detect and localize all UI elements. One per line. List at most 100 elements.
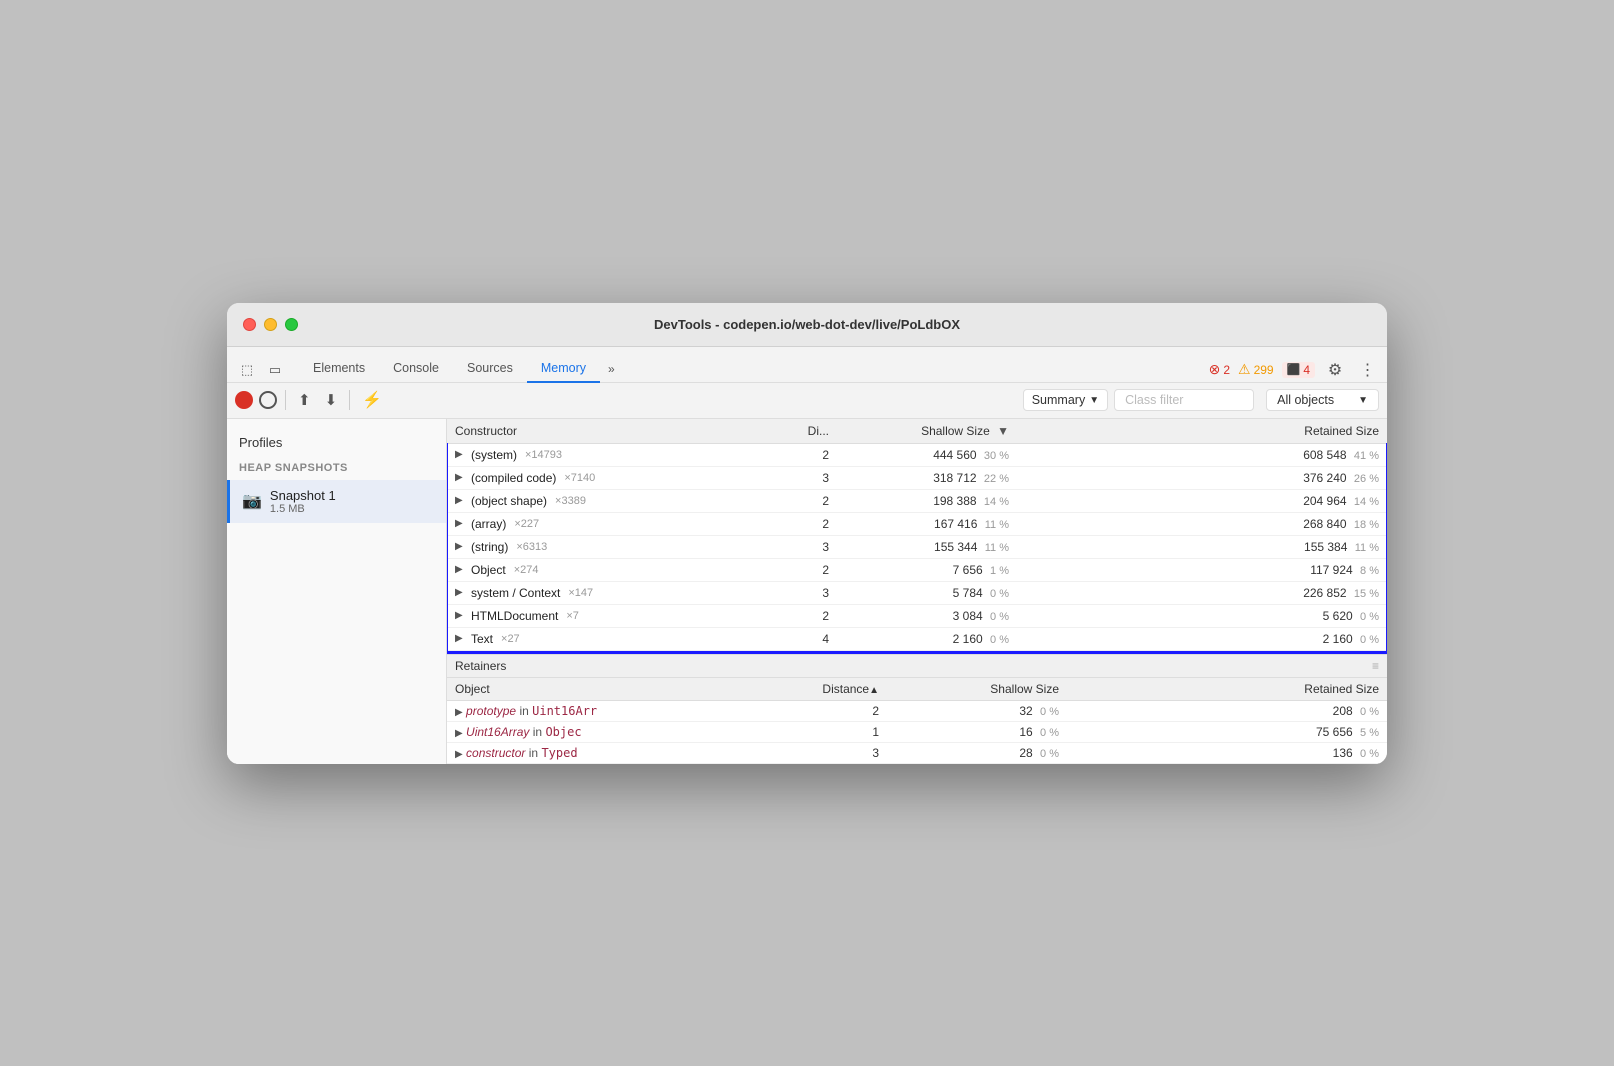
devtools-body: ⬚ ▭ Elements Console Sources Memory » ⊗ … (227, 347, 1387, 764)
distance-cell: 4 (787, 627, 837, 650)
col-shallow[interactable]: Shallow Size ▼ (837, 419, 1017, 444)
more-options-button[interactable]: ⋮ (1355, 358, 1379, 382)
expand-arrow-icon: ▶ (455, 728, 463, 739)
tab-memory[interactable]: Memory (527, 355, 600, 383)
table-row[interactable]: ▶ constructor in Typed 3 28 0 % 136 0 % (447, 742, 1387, 763)
constructor-name: (object shape) (471, 494, 547, 508)
table-row[interactable]: ▶ (system) ×14793 2 444 560 30 % 608 548… (447, 443, 1387, 466)
gc-button[interactable]: ⚡ (358, 388, 386, 412)
record-button[interactable] (235, 391, 253, 409)
retained-pct: 11 % (1355, 542, 1379, 554)
expand-arrow-icon: ▶ (455, 541, 467, 552)
table-row[interactable]: ▶ Text ×27 4 2 160 0 % 2 160 0 % (447, 627, 1387, 650)
shallow-cell: 2 160 0 % (837, 627, 1017, 650)
summary-dropdown[interactable]: Summary ▼ (1023, 389, 1108, 411)
titlebar: DevTools - codepen.io/web-dot-dev/live/P… (227, 303, 1387, 347)
info-icon: ⬛ (1287, 363, 1301, 376)
warning-badge[interactable]: ⚠ 299 (1238, 361, 1274, 378)
snapshot-item[interactable]: 📷 Snapshot 1 1.5 MB (227, 480, 446, 523)
constructor-count: ×147 (568, 587, 593, 599)
table-row[interactable]: ▶ (string) ×6313 3 155 344 11 % 155 384 … (447, 535, 1387, 558)
retained-pct: 0 % (1360, 634, 1379, 646)
clear-button[interactable] (259, 391, 277, 409)
window-title: DevTools - codepen.io/web-dot-dev/live/P… (654, 317, 960, 332)
retainers-title: Retainers (455, 659, 506, 673)
ret-col-shallow[interactable]: Shallow Size (887, 678, 1067, 701)
info-badge[interactable]: ⬛ 4 (1282, 362, 1315, 378)
heap-table-header: Constructor Di... Shallow Size ▼ Retaine… (447, 419, 1387, 444)
tab-console[interactable]: Console (379, 355, 453, 383)
secondary-toolbar: ⬆ ⬇ ⚡ Summary ▼ Class filter All objects… (227, 383, 1387, 419)
distance-cell: 2 (787, 443, 837, 466)
class-filter-input[interactable]: Class filter (1114, 389, 1254, 411)
all-objects-dropdown[interactable]: All objects ▼ (1266, 389, 1379, 411)
table-row[interactable]: ▶ prototype in Uint16Arr 2 32 0 % 208 0 … (447, 700, 1387, 721)
error-icon: ⊗ (1209, 361, 1221, 378)
ret-col-object[interactable]: Object (447, 678, 787, 701)
retained-cell: 204 964 14 % (1017, 489, 1387, 512)
retainers-header-bar: Retainers ≡ (447, 655, 1387, 678)
summary-chevron-icon: ▼ (1089, 395, 1099, 406)
download-button[interactable]: ⬇ (321, 389, 342, 411)
tab-elements[interactable]: Elements (299, 355, 379, 383)
table-row[interactable]: ▶ Uint16Array in Objec 1 16 0 % 75 656 5… (447, 721, 1387, 742)
tab-right-icons: ⊗ 2 ⚠ 299 ⬛ 4 ⚙ ⋮ (1209, 358, 1379, 382)
minimize-button[interactable] (264, 318, 277, 331)
snapshot-info: Snapshot 1 1.5 MB (270, 488, 434, 515)
device-icon[interactable]: ▭ (263, 358, 287, 382)
shallow-cell: 155 344 11 % (837, 535, 1017, 558)
constructor-name: Text (471, 632, 493, 646)
constructor-cell: ▶ (array) ×227 (447, 512, 787, 535)
error-badge[interactable]: ⊗ 2 (1209, 361, 1230, 378)
ret-retained-pct: 0 % (1360, 748, 1379, 760)
col-retained[interactable]: Retained Size (1017, 419, 1387, 444)
col-constructor[interactable]: Constructor (447, 419, 787, 444)
ret-retained-cell: 208 0 % (1067, 700, 1387, 721)
error-count: 2 (1223, 363, 1230, 377)
table-row[interactable]: ▶ Object ×274 2 7 656 1 % 117 924 8 % (447, 558, 1387, 581)
sidebar-heading: Profiles (227, 431, 446, 458)
separator-2 (349, 390, 350, 410)
expand-arrow-icon: ▶ (455, 707, 463, 718)
constructor-count: ×3389 (555, 495, 586, 507)
retained-cell: 608 548 41 % (1017, 443, 1387, 466)
upload-button[interactable]: ⬆ (294, 389, 315, 411)
maximize-button[interactable] (285, 318, 298, 331)
ret-name: Uint16Array (466, 725, 529, 739)
ret-shallow-pct: 0 % (1040, 706, 1059, 718)
table-row[interactable]: ▶ (object shape) ×3389 2 198 388 14 % 20… (447, 489, 1387, 512)
ret-class: Typed (541, 746, 577, 760)
shallow-cell: 5 784 0 % (837, 581, 1017, 604)
retained-pct: 18 % (1354, 519, 1379, 531)
col-distance[interactable]: Di... (787, 419, 837, 444)
ret-col-retained[interactable]: Retained Size (1067, 678, 1387, 701)
constructor-count: ×6313 (516, 541, 547, 553)
table-row[interactable]: ▶ (array) ×227 2 167 416 11 % 268 840 18… (447, 512, 1387, 535)
retained-pct: 41 % (1354, 450, 1379, 462)
warning-icon: ⚠ (1238, 361, 1251, 378)
ret-distance-cell: 2 (787, 700, 887, 721)
sort-arrow-icon: ▼ (997, 424, 1009, 438)
ret-keyword: in (529, 746, 542, 760)
retained-pct: 0 % (1360, 611, 1379, 623)
shallow-cell: 167 416 11 % (837, 512, 1017, 535)
constructor-count: ×14793 (525, 449, 562, 461)
constructor-count: ×7 (566, 610, 579, 622)
constructor-cell: ▶ (string) ×6313 (447, 535, 787, 558)
table-row[interactable]: ▶ HTMLDocument ×7 2 3 084 0 % 5 620 0 % (447, 604, 1387, 627)
constructor-cell: ▶ (object shape) ×3389 (447, 489, 787, 512)
ret-class: Objec (545, 725, 581, 739)
table-row[interactable]: ▶ system / Context ×147 3 5 784 0 % 226 … (447, 581, 1387, 604)
ret-col-distance[interactable]: Distance▲ (787, 678, 887, 701)
heap-table: Constructor Di... Shallow Size ▼ Retaine… (447, 419, 1387, 651)
ret-retained-pct: 5 % (1360, 727, 1379, 739)
sidebar: Profiles HEAP SNAPSHOTS 📷 Snapshot 1 1.5… (227, 419, 447, 764)
tab-sources[interactable]: Sources (453, 355, 527, 383)
settings-button[interactable]: ⚙ (1323, 358, 1347, 382)
close-button[interactable] (243, 318, 256, 331)
cursor-icon[interactable]: ⬚ (235, 358, 259, 382)
table-row[interactable]: ▶ (compiled code) ×7140 3 318 712 22 % 3… (447, 466, 1387, 489)
tab-more[interactable]: » (600, 356, 623, 382)
constructor-name: (compiled code) (471, 471, 556, 485)
distance-cell: 3 (787, 581, 837, 604)
